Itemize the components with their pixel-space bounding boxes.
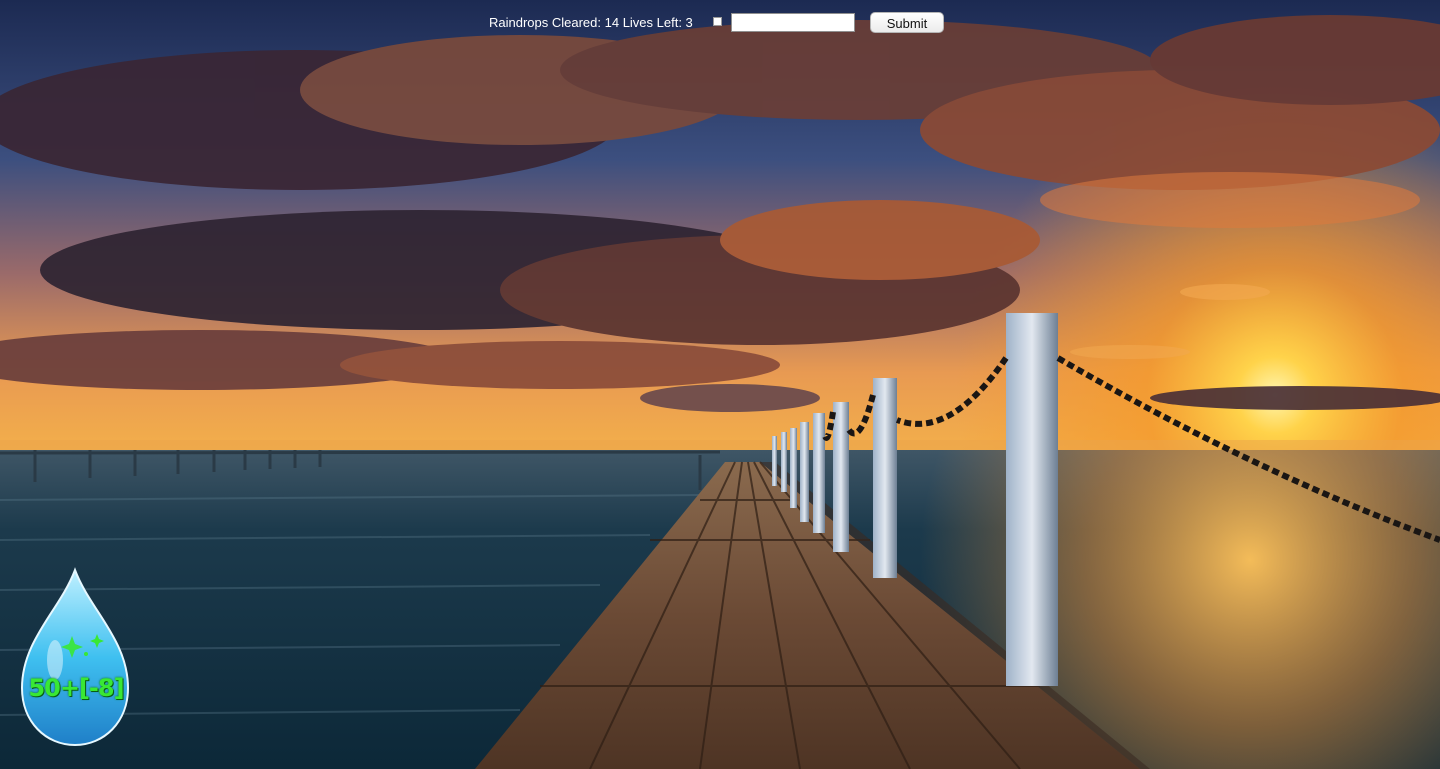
option-checkbox[interactable] xyxy=(713,17,722,26)
answer-input[interactable] xyxy=(731,13,855,32)
raindrop-equation: 50+[-8] xyxy=(28,674,124,702)
sunset-pier-background xyxy=(0,0,1440,769)
game-hud: Raindrops Cleared: 14 Lives Left: 3 Subm… xyxy=(0,12,1440,34)
score-lives-status: Raindrops Cleared: 14 Lives Left: 3 xyxy=(489,15,693,30)
game-stage: Raindrops Cleared: 14 Lives Left: 3 Subm… xyxy=(0,0,1440,769)
submit-button[interactable]: Submit xyxy=(870,12,944,33)
falling-raindrop: 50+[-8] xyxy=(20,566,132,750)
